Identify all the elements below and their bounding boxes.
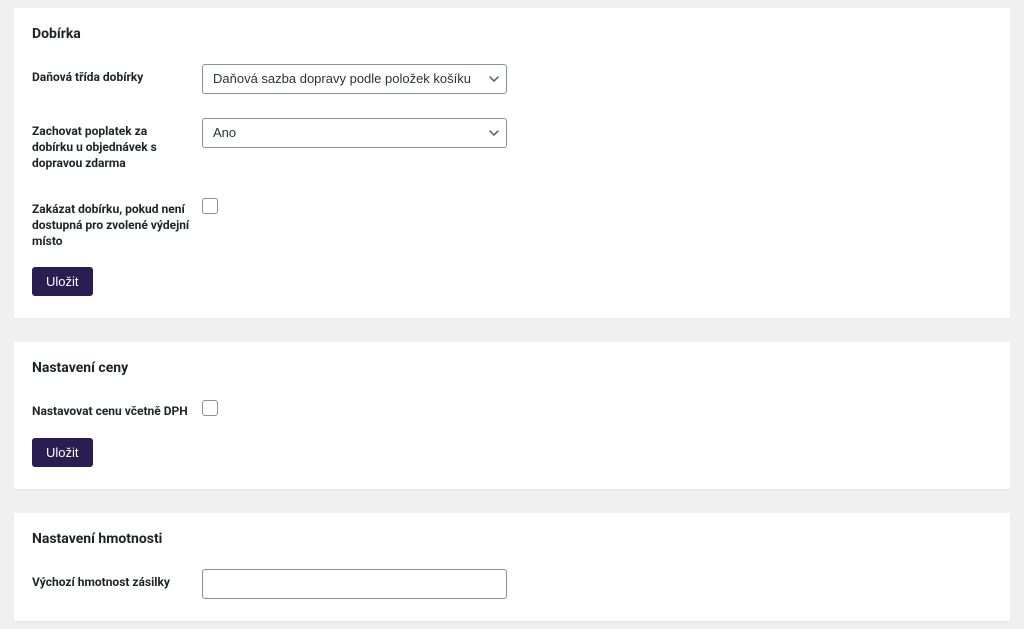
disable-cod-control: [202, 196, 218, 218]
keep-fee-select[interactable]: Ano: [202, 118, 507, 148]
price-vat-row: Nastavovat cenu včetně DPH: [32, 398, 992, 420]
weight-settings-card: Nastavení hmotnosti Výchozí hmotnost zás…: [14, 513, 1010, 621]
disable-cod-checkbox[interactable]: [202, 198, 218, 214]
price-vat-label: Nastavovat cenu včetně DPH: [32, 398, 202, 419]
price-vat-checkbox[interactable]: [202, 400, 218, 416]
save-button[interactable]: Uložit: [32, 267, 93, 296]
weight-section-title: Nastavení hmotnosti: [32, 531, 992, 547]
keep-fee-label: Zachovat poplatek za dobírku u objednáve…: [32, 118, 202, 172]
save-button[interactable]: Uložit: [32, 438, 93, 467]
default-weight-control: [202, 569, 507, 599]
cod-settings-card: Dobírka Daňová třída dobírky Daňová sazb…: [14, 8, 1010, 318]
tax-class-select[interactable]: Daňová sazba dopravy podle položek košík…: [202, 64, 507, 94]
disable-cod-label: Zakázat dobírku, pokud není dostupná pro…: [32, 196, 202, 250]
price-vat-control: [202, 398, 218, 420]
disable-cod-row: Zakázat dobírku, pokud není dostupná pro…: [32, 196, 992, 250]
keep-fee-row: Zachovat poplatek za dobírku u objednáve…: [32, 118, 992, 172]
default-weight-input[interactable]: [202, 569, 507, 599]
price-settings-card: Nastavení ceny Nastavovat cenu včetně DP…: [14, 342, 1010, 489]
tax-class-label: Daňová třída dobírky: [32, 64, 202, 85]
default-weight-label: Výchozí hmotnost zásilky: [32, 569, 202, 590]
tax-class-control: Daňová sazba dopravy podle položek košík…: [202, 64, 507, 94]
cod-section-title: Dobírka: [32, 26, 992, 42]
price-section-title: Nastavení ceny: [32, 360, 992, 376]
tax-class-row: Daňová třída dobírky Daňová sazba doprav…: [32, 64, 992, 94]
default-weight-row: Výchozí hmotnost zásilky: [32, 569, 992, 599]
keep-fee-control: Ano: [202, 118, 507, 148]
